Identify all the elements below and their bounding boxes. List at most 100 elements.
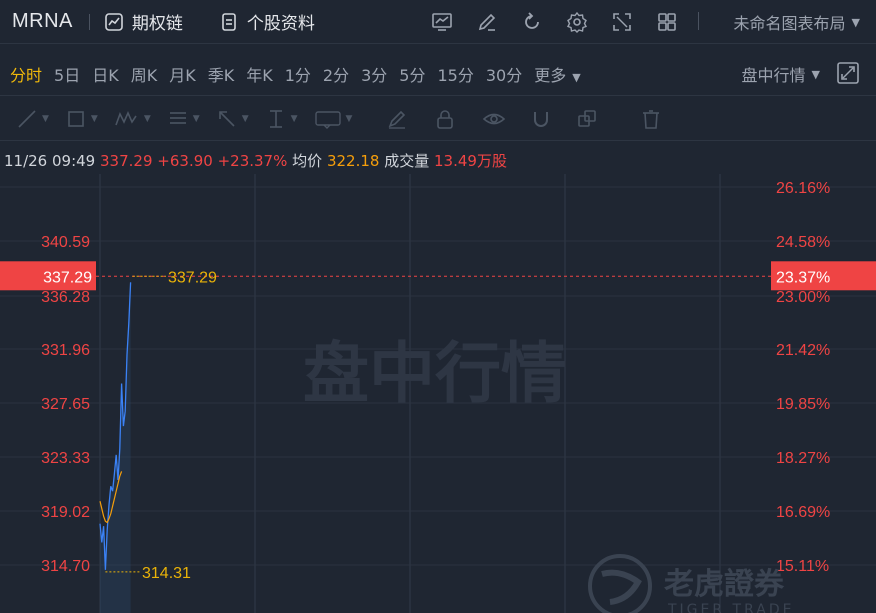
quote-datetime: 11/26 09:49	[4, 152, 96, 170]
tab-period[interactable]: 30分	[486, 62, 522, 86]
layout-dropdown[interactable]: 未命名图表布局 ▼	[734, 10, 860, 34]
y-axis-right-tick: 18.27%	[776, 450, 830, 467]
settings-icon[interactable]	[565, 10, 589, 34]
expand-icon[interactable]	[836, 61, 860, 85]
options-chain-label: 期权链	[131, 14, 183, 34]
chart-watermark: 盘中行情	[303, 335, 567, 412]
drawing-toolbar: ▼ ▼ ▼ ▼ ▼ ▼ ▼	[0, 97, 876, 141]
refresh-icon[interactable]	[520, 10, 544, 34]
volume-label: 成交量	[384, 152, 430, 170]
document-icon	[222, 12, 236, 31]
brush-tool[interactable]	[386, 97, 408, 141]
y-axis-right-tick: 16.69%	[776, 504, 830, 521]
avg-price-value: 322.18	[326, 152, 380, 170]
volume-value: 13.49万股	[434, 152, 507, 170]
brand-name-en: TIGER TRADE	[667, 602, 794, 613]
top-toolbar: MRNA 期权链 个股资料 未命名图表布局 ▼	[0, 0, 876, 44]
pattern-tool[interactable]: ▼	[114, 97, 151, 141]
tab-period[interactable]: 分时	[10, 62, 42, 86]
avg-price-label: 均价	[292, 152, 323, 170]
divider	[698, 12, 699, 30]
tab-period[interactable]: 周K	[131, 62, 158, 86]
options-chain-icon	[105, 12, 123, 31]
quote-price: 337.29	[100, 152, 153, 170]
divider	[88, 13, 90, 30]
brand-name: 老虎證券	[664, 567, 785, 602]
quote-change-pct: +23.37%	[217, 152, 288, 170]
trash-icon	[643, 109, 660, 129]
y-axis-left-tick: 319.02	[41, 504, 90, 521]
zigzag-icon	[115, 110, 137, 125]
y-axis-left-tick: 331.96	[41, 342, 90, 359]
line-icon	[18, 109, 36, 128]
y-axis-left-tick: 340.59	[41, 234, 90, 251]
quote-change: +63.90	[157, 152, 213, 170]
copy-icon	[578, 109, 597, 127]
brand-logo-mark	[601, 569, 642, 605]
trendline-tool[interactable]: ▼	[16, 97, 49, 141]
clone-tool[interactable]	[576, 97, 598, 141]
text-tool[interactable]: ▼	[314, 97, 352, 141]
visibility-tool[interactable]	[482, 97, 506, 141]
edit-icon[interactable]	[475, 10, 499, 34]
grid-icon[interactable]	[655, 10, 679, 34]
eye-icon	[483, 113, 506, 124]
y-axis-left-tick: 323.33	[41, 450, 90, 467]
text-box-icon	[314, 110, 341, 129]
stock-profile-label: 个股资料	[246, 14, 315, 34]
tab-period[interactable]: 1分	[285, 62, 311, 86]
high-marker-label: 337.29	[168, 269, 217, 286]
period-tabs: 分时 5日 日K 周K 月K 季K 年K 1分 2分 3分 5分 15分 30分…	[0, 52, 876, 96]
arrow-tool[interactable]: ▼	[216, 97, 249, 141]
tab-period[interactable]: 15分	[437, 62, 473, 86]
intraday-label: 盘中行情	[741, 66, 806, 85]
tab-period[interactable]: 3分	[361, 62, 387, 86]
y-axis-left-tick: 327.65	[41, 396, 90, 413]
fibonacci-tool[interactable]: ▼	[167, 97, 200, 141]
arrow-icon	[218, 110, 235, 127]
fibonacci-icon	[169, 111, 186, 124]
tab-period[interactable]: 5日	[54, 62, 80, 86]
measure-tool[interactable]: ▼	[265, 97, 298, 141]
chart-icon[interactable]	[430, 10, 454, 34]
chart-tools	[430, 0, 700, 44]
caret-down-icon: ▼	[572, 70, 581, 84]
ticker-symbol[interactable]: MRNA	[12, 10, 73, 33]
tab-period[interactable]: 2分	[323, 62, 349, 86]
stock-profile-link[interactable]: 个股资料	[219, 9, 315, 34]
rectangle-tool[interactable]: ▼	[65, 97, 98, 141]
fullscreen-icon[interactable]	[610, 10, 634, 34]
lock-icon	[437, 109, 454, 129]
tab-period[interactable]: 月K	[169, 62, 196, 86]
tab-period[interactable]: 年K	[246, 62, 273, 86]
layout-name: 未命名图表布局	[733, 14, 846, 33]
magnet-icon	[534, 111, 549, 127]
more-label: 更多	[534, 65, 567, 85]
y-axis-right-tick: 19.85%	[776, 396, 830, 413]
y-axis-left-tick: 314.70	[41, 558, 90, 575]
low-marker-label: 314.31	[142, 565, 191, 582]
y-axis-right-tick: 24.58%	[776, 234, 830, 251]
current-price-label: 337.29	[43, 269, 92, 286]
y-axis-right-tick: 23.00%	[776, 289, 830, 306]
measure-icon	[269, 109, 282, 128]
magnet-tool[interactable]	[530, 97, 552, 141]
tab-period[interactable]: 5分	[399, 62, 425, 86]
more-periods-dropdown[interactable]: 更多 ▼	[534, 62, 580, 86]
caret-down-icon: ▼	[811, 67, 820, 81]
y-axis-left-tick: 336.28	[41, 289, 90, 306]
options-chain-link[interactable]: 期权链	[104, 9, 183, 34]
intraday-dropdown[interactable]: 盘中行情 ▼	[742, 62, 820, 86]
lock-tool[interactable]	[434, 97, 456, 141]
tab-period[interactable]: 日K	[92, 62, 119, 86]
quote-info-line: 11/26 09:49 337.29 +63.90 +23.37% 均价 322…	[4, 150, 507, 171]
intraday-chart[interactable]: 盘中行情 340.59 336.28 331.96 327.65 323.33 319.02…	[0, 174, 876, 613]
tab-period[interactable]: 季K	[208, 62, 235, 86]
current-pct-label: 23.37%	[776, 269, 830, 286]
caret-down-icon: ▼	[851, 15, 860, 29]
rectangle-icon	[68, 110, 84, 127]
pen-icon	[389, 110, 406, 129]
delete-tool[interactable]	[640, 97, 662, 141]
y-axis-right-tick: 21.42%	[776, 342, 830, 359]
y-axis-right-tick: 26.16%	[776, 180, 830, 197]
